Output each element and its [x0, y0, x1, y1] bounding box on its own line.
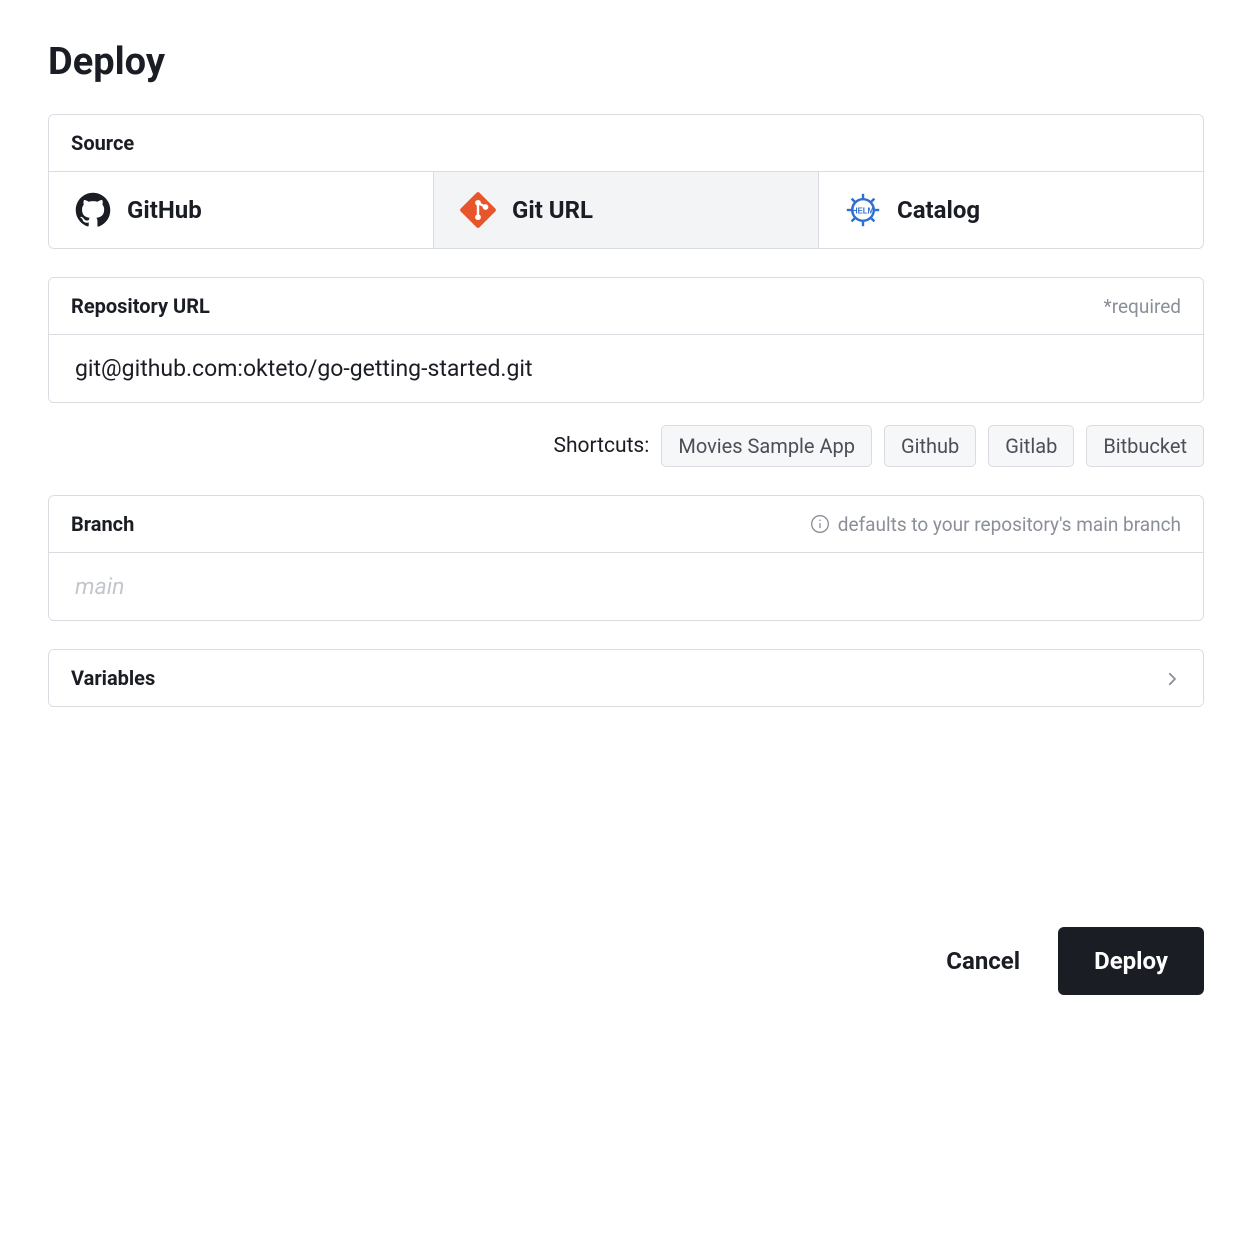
repo-header: Repository URL *required: [49, 278, 1203, 335]
shortcut-bitbucket[interactable]: Bitbucket: [1086, 425, 1204, 467]
shortcut-movies[interactable]: Movies Sample App: [661, 425, 872, 467]
branch-panel: Branch defaults to your repository's mai…: [48, 495, 1204, 621]
branch-header: Branch defaults to your repository's mai…: [49, 496, 1203, 553]
tab-giturl-label: Git URL: [512, 196, 593, 224]
repo-url-input[interactable]: [49, 335, 1203, 402]
repo-header-label: Repository URL: [71, 294, 210, 318]
branch-input[interactable]: [49, 553, 1203, 620]
github-icon: [75, 192, 111, 228]
source-header-label: Source: [71, 131, 134, 155]
info-icon: [810, 514, 830, 534]
repo-panel: Repository URL *required: [48, 277, 1204, 403]
source-tabs: GitHub Git URL HELM Catalog: [49, 172, 1203, 248]
page-title: Deploy: [48, 40, 1204, 84]
svg-text:HELM: HELM: [852, 206, 874, 215]
branch-header-label: Branch: [71, 512, 134, 536]
variables-header[interactable]: Variables: [49, 650, 1203, 706]
deploy-button[interactable]: Deploy: [1058, 927, 1204, 995]
shortcuts-row: Shortcuts: Movies Sample App Github Gitl…: [48, 425, 1204, 467]
variables-header-label: Variables: [71, 666, 155, 690]
tab-giturl[interactable]: Git URL: [434, 172, 819, 248]
shortcut-github[interactable]: Github: [884, 425, 976, 467]
tab-catalog-label: Catalog: [897, 196, 980, 224]
footer-actions: Cancel Deploy: [48, 927, 1204, 995]
cancel-button[interactable]: Cancel: [936, 929, 1030, 993]
branch-hint-text: defaults to your repository's main branc…: [838, 513, 1181, 536]
branch-hint: defaults to your repository's main branc…: [810, 513, 1181, 536]
required-tag: *required: [1104, 295, 1181, 318]
chevron-right-icon: [1163, 669, 1181, 687]
tab-github-label: GitHub: [127, 196, 202, 224]
tab-catalog[interactable]: HELM Catalog: [819, 172, 1203, 248]
git-icon: [460, 192, 496, 228]
shortcut-gitlab[interactable]: Gitlab: [988, 425, 1074, 467]
helm-icon: HELM: [845, 192, 881, 228]
variables-panel: Variables: [48, 649, 1204, 707]
shortcuts-label: Shortcuts:: [553, 434, 649, 458]
source-panel: Source GitHub Git URL HELM Catalog: [48, 114, 1204, 249]
tab-github[interactable]: GitHub: [49, 172, 434, 248]
source-header: Source: [49, 115, 1203, 172]
